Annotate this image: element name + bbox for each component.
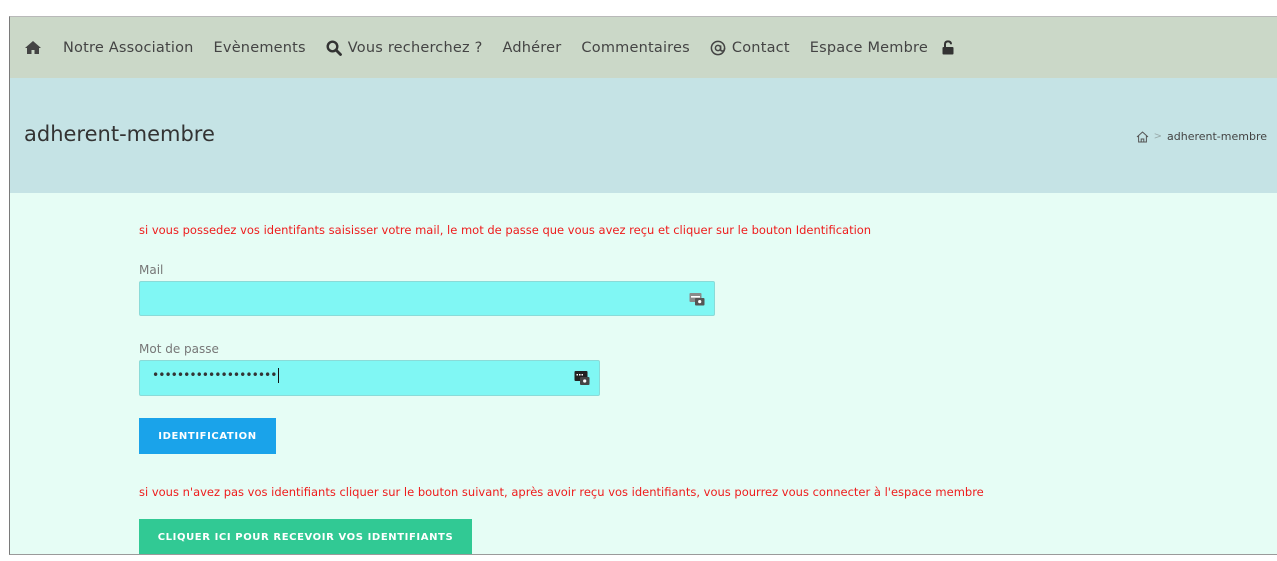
password-manager-icon[interactable] — [689, 292, 705, 306]
nav-item-contact[interactable]: Contact — [710, 17, 790, 78]
unlock-icon — [942, 40, 954, 55]
at-icon — [710, 40, 726, 55]
nav-item-notre-association[interactable]: Notre Association — [63, 17, 194, 78]
mail-field[interactable] — [140, 282, 628, 315]
breadcrumb-current: adherent-membre — [1167, 130, 1267, 143]
login-instructions: si vous possedez vos identifants saisiss… — [139, 223, 872, 237]
receive-credentials-button[interactable]: CLIQUER ICI POUR RECEVOIR VOS IDENTIFIAN… — [139, 519, 472, 554]
password-field[interactable]: •••••••••••••••••••• — [152, 368, 279, 383]
main-nav: Notre Association Evènements Vous recher… — [10, 17, 1277, 78]
home-icon — [25, 41, 41, 54]
login-content: si vous possedez vos identifants saisiss… — [10, 193, 1277, 554]
nav-item-evenements[interactable]: Evènements — [214, 17, 306, 78]
breadcrumb-home-icon[interactable] — [1136, 130, 1149, 143]
nav-item-label: Vous recherchez ? — [347, 39, 483, 56]
password-mask: •••••••••••••••••••• — [152, 368, 277, 382]
page-frame: Notre Association Evènements Vous recher… — [9, 16, 1277, 555]
search-icon — [326, 39, 342, 56]
breadcrumb-separator: > — [1153, 131, 1162, 142]
password-label: Mot de passe — [139, 342, 219, 356]
page-title: adherent-membre — [24, 122, 215, 146]
password-field-wrapper[interactable]: •••••••••••••••••••• — [139, 360, 600, 396]
nav-home[interactable] — [25, 17, 41, 78]
nav-item-adherer[interactable]: Adhérer — [503, 17, 562, 78]
page-header-banner: adherent-membre > adherent-membre — [10, 78, 1277, 193]
nav-item-commentaires[interactable]: Commentaires — [581, 17, 689, 78]
nav-item-espace-membre[interactable]: Espace Membre — [810, 17, 928, 78]
mail-field-wrapper — [139, 281, 715, 316]
breadcrumb: > adherent-membre — [1136, 130, 1267, 143]
nav-item-login[interactable] — [942, 17, 954, 78]
text-caret — [277, 368, 279, 383]
receive-credentials-instructions: si vous n'avez pas vos identifiants cliq… — [139, 485, 984, 499]
identification-button[interactable]: IDENTIFICATION — [139, 418, 276, 454]
password-manager-icon[interactable] — [574, 371, 590, 386]
nav-item-label: Contact — [731, 39, 790, 56]
nav-item-vous-recherchez[interactable]: Vous recherchez ? — [326, 17, 483, 78]
mail-label: Mail — [139, 263, 164, 277]
